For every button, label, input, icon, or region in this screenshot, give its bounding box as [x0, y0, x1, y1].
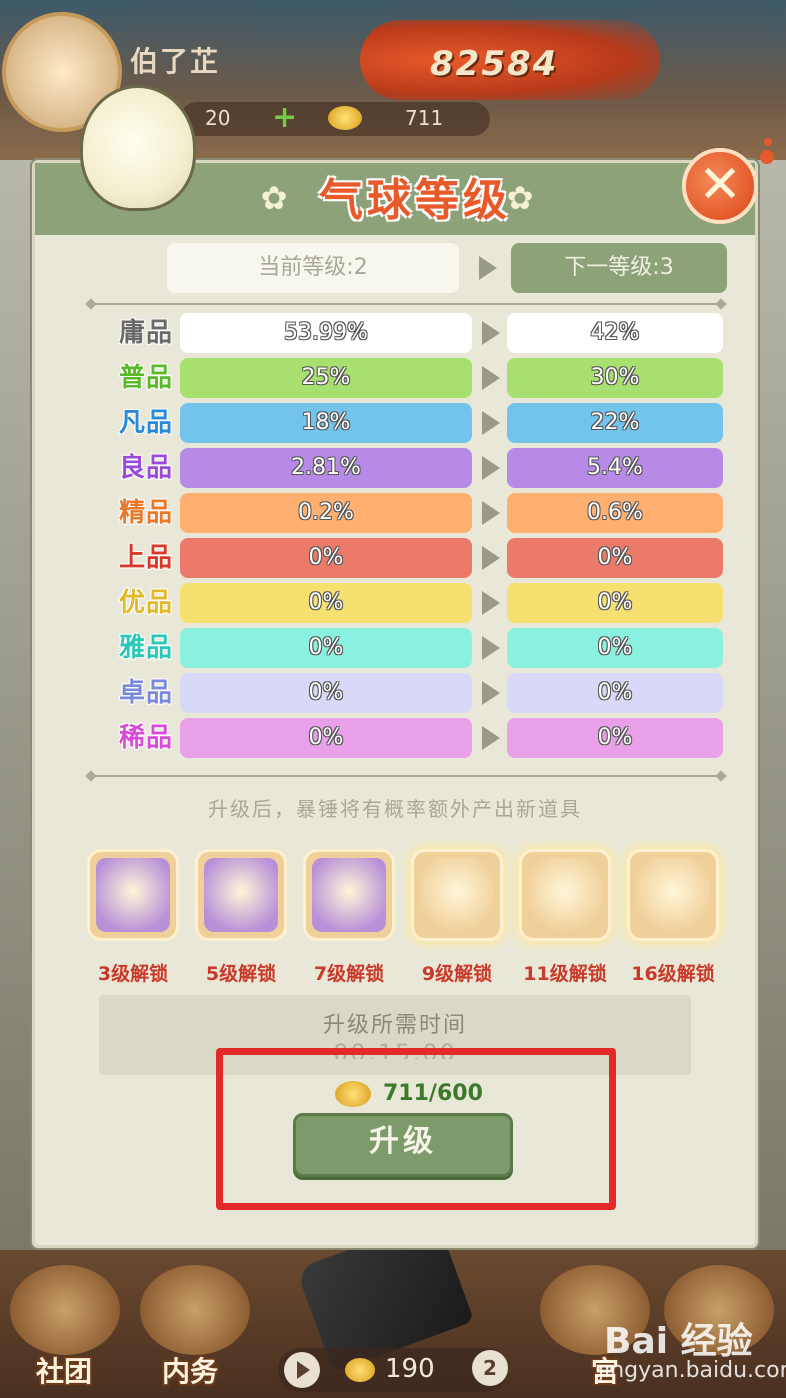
teapot-icon[interactable]	[195, 849, 287, 941]
arrow-right-icon	[482, 681, 500, 705]
quality-label: 精品	[118, 498, 173, 528]
item-image	[636, 858, 710, 932]
unlock-level-label: 11级解锁	[523, 963, 607, 985]
close-icon[interactable]: ✕	[682, 148, 758, 224]
quality-label: 庸品	[118, 318, 173, 348]
current-probability: 18%	[180, 403, 472, 443]
next-probability: 0.6%	[507, 493, 723, 533]
quality-label: 稀品	[118, 723, 173, 753]
current-probability: 2.81%	[180, 448, 472, 488]
next-probability: 5.4%	[507, 448, 723, 488]
food-bag-icon[interactable]	[303, 849, 395, 941]
arrow-right-icon	[482, 366, 500, 390]
item-image	[528, 858, 602, 932]
current-probability: 0.2%	[180, 493, 472, 533]
next-probability: 42%	[507, 313, 723, 353]
unlock-level-label: 3级解锁	[97, 963, 169, 985]
arrow-right-icon	[482, 501, 500, 525]
balloon-character-icon	[80, 85, 196, 211]
quality-label: 普品	[118, 363, 173, 393]
divider	[91, 775, 721, 777]
current-level: 当前等级:2	[167, 243, 459, 293]
coin-icon	[345, 1358, 375, 1382]
divider	[91, 303, 721, 305]
next-probability: 22%	[507, 403, 723, 443]
unlock-level-label: 16级解锁	[631, 963, 715, 985]
current-probability: 53.99%	[180, 313, 472, 353]
quality-label: 卓品	[118, 678, 173, 708]
decoration-dot	[764, 138, 772, 146]
next-probability: 0%	[507, 538, 723, 578]
player-name: 伯了芷	[130, 45, 221, 78]
counter-badge[interactable]: 2	[472, 1350, 508, 1386]
arrow-right-icon	[482, 456, 500, 480]
upgrade-note: 升级后，暴锤将有概率额外产出新道具	[208, 797, 582, 821]
decoration-dot	[760, 150, 774, 164]
player-score: 82584	[430, 44, 559, 84]
annotation-highlight-box	[216, 1048, 616, 1210]
nav-label-club[interactable]: 社团	[14, 1350, 114, 1390]
next-probability: 0%	[507, 628, 723, 668]
arrow-right-icon	[482, 636, 500, 660]
quality-label: 良品	[118, 453, 173, 483]
upgrade-time-label: 升级所需时间	[322, 1013, 467, 1038]
quality-label: 上品	[118, 543, 173, 573]
current-probability: 0%	[180, 583, 472, 623]
item-image	[204, 858, 278, 932]
nav-label-affairs[interactable]: 内务	[140, 1350, 240, 1390]
current-probability: 0%	[180, 628, 472, 668]
unlock-level-label: 7级解锁	[313, 963, 385, 985]
arrow-right-icon	[479, 256, 497, 280]
item-image	[312, 858, 386, 932]
token-icon[interactable]	[87, 849, 179, 941]
arrow-right-icon	[482, 411, 500, 435]
quality-label: 雅品	[118, 633, 173, 663]
quality-label: 凡品	[118, 408, 173, 438]
add-resource-icon[interactable]: +	[272, 100, 297, 135]
unlock-level-label: 5级解锁	[205, 963, 277, 985]
scroll-icon[interactable]	[519, 849, 611, 941]
item-image	[96, 858, 170, 932]
counter-value: 190	[385, 1354, 435, 1384]
arrow-right-icon	[482, 321, 500, 345]
club-nav-icon[interactable]	[10, 1265, 120, 1355]
item-image	[420, 858, 494, 932]
watermark-brand: Bai 经验	[604, 1321, 753, 1362]
next-probability: 0%	[507, 718, 723, 758]
arrow-right-icon	[482, 726, 500, 750]
gold-ingot-icon[interactable]	[627, 849, 719, 941]
current-probability: 0%	[180, 718, 472, 758]
current-probability: 25%	[180, 358, 472, 398]
arrow-right-icon	[482, 591, 500, 615]
gold-coin-icon	[328, 106, 362, 130]
quality-label: 优品	[118, 588, 173, 618]
current-probability: 0%	[180, 673, 472, 713]
crystal-flower-icon[interactable]	[411, 849, 503, 941]
unlock-level-label: 9级解锁	[421, 963, 493, 985]
next-probability: 30%	[507, 358, 723, 398]
resource-count-a: 20	[205, 106, 231, 130]
next-probability: 0%	[507, 583, 723, 623]
current-probability: 0%	[180, 538, 472, 578]
flower-icon: ✿	[260, 179, 288, 217]
dialog-title: 气球等级	[319, 175, 511, 226]
next-level: 下一等级:3	[511, 243, 727, 293]
watermark-url: jingyan.baidu.com	[598, 1358, 786, 1383]
affairs-nav-icon[interactable]	[140, 1265, 250, 1355]
arrow-right-icon	[482, 546, 500, 570]
gold-count: 711	[405, 106, 444, 130]
play-icon[interactable]	[284, 1352, 320, 1388]
next-probability: 0%	[507, 673, 723, 713]
